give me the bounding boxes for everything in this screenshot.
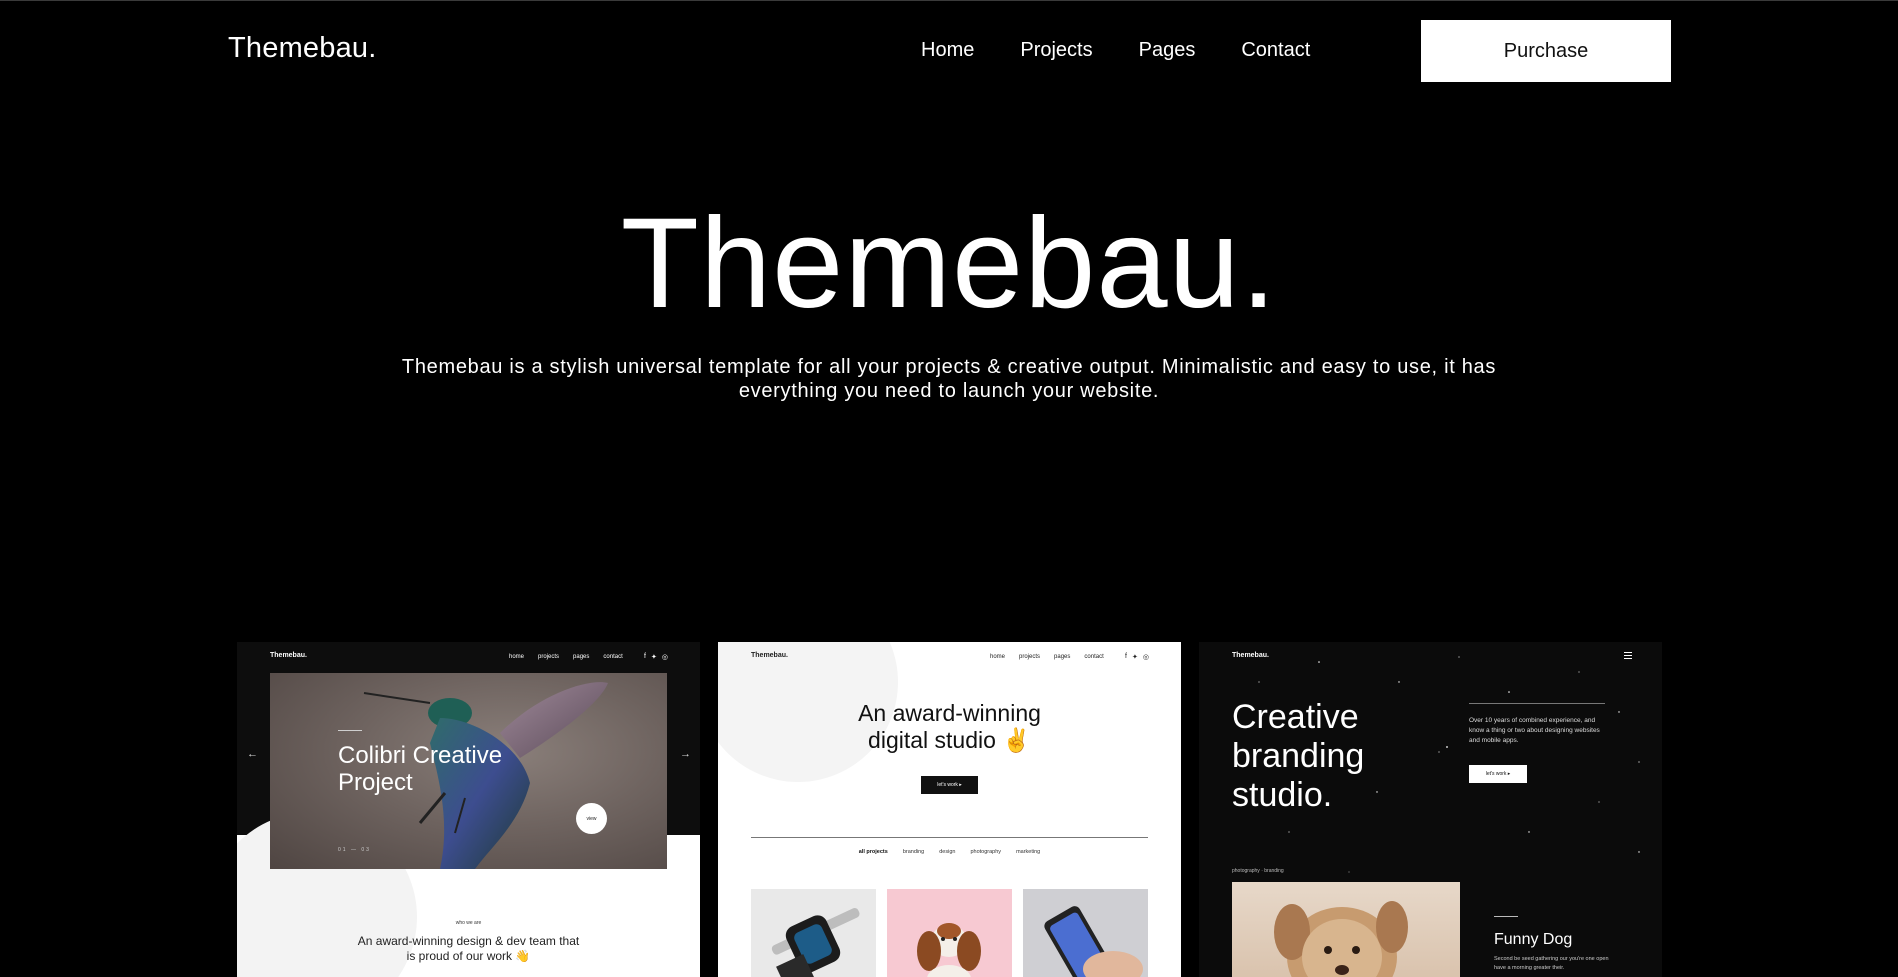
nav-projects[interactable]: Projects xyxy=(1020,39,1092,62)
mini-nav-home: home xyxy=(509,654,525,660)
arrow-right-icon[interactable]: → xyxy=(680,748,691,760)
branding-headline: Creative branding studio. xyxy=(1232,698,1365,814)
who-we-are-label: who we are xyxy=(455,920,482,926)
mini-logo: Themebau. xyxy=(751,652,788,659)
preview-card-colibri[interactable]: Themebau. home projects pages contact f … xyxy=(237,642,700,977)
filter-marketing[interactable]: marketing xyxy=(1016,849,1040,855)
thumbnail-dog[interactable] xyxy=(887,889,1012,977)
nav-contact[interactable]: Contact xyxy=(1241,39,1310,62)
divider xyxy=(1469,703,1605,704)
mini-logo: Themebau. xyxy=(270,652,307,659)
studio-headline: An award-winning digital studio ✌ xyxy=(858,700,1041,753)
project-title: Funny Dog xyxy=(1494,931,1573,948)
top-border xyxy=(0,0,1898,1)
project-title: Colibri Creative Project xyxy=(338,742,503,796)
watch-illustration xyxy=(771,908,860,977)
filter-photography[interactable]: photography xyxy=(970,849,1001,855)
lets-work-button[interactable]: let's work ▸ xyxy=(921,776,978,794)
mini-nav-pages: pages xyxy=(1054,654,1071,660)
filter-design[interactable]: design xyxy=(939,849,955,855)
view-button[interactable]: view xyxy=(576,803,607,834)
preview-card-branding-studio[interactable]: Themebau. Creative branding studio. Over… xyxy=(1199,642,1662,977)
lets-work-button[interactable]: let's work ▸ xyxy=(1469,765,1527,783)
main-nav: Home Projects Pages Contact xyxy=(921,39,1310,62)
social-icons: f ✦ ◎ xyxy=(644,653,668,661)
project-tags: photography · branding xyxy=(1232,868,1284,874)
purchase-button[interactable]: Purchase xyxy=(1421,20,1671,82)
mini-nav-contact: contact xyxy=(603,654,623,660)
thumbnail-watch[interactable] xyxy=(751,889,876,977)
filter-all-projects[interactable]: all projects xyxy=(859,849,888,855)
instagram-icon: ◎ xyxy=(1142,654,1149,661)
divider xyxy=(751,837,1148,838)
mini-nav-projects: projects xyxy=(1019,654,1041,660)
mini-nav-projects: projects xyxy=(538,654,560,660)
title-accent-line xyxy=(1494,916,1518,917)
twitter-icon: ✦ xyxy=(1131,654,1138,661)
arrow-left-icon[interactable]: ← xyxy=(247,748,258,760)
mini-nav: home projects pages contact xyxy=(509,654,623,660)
team-statement: An award-winning design & dev team that … xyxy=(357,934,580,963)
facebook-icon: f xyxy=(1125,653,1127,660)
project-description: Second be seed gathering our you're one … xyxy=(1494,956,1609,971)
thumbnail-phone[interactable] xyxy=(1023,889,1148,977)
mini-nav-pages: pages xyxy=(573,654,590,660)
filter-branding[interactable]: branding xyxy=(903,849,924,855)
project-filters: all projects branding design photography… xyxy=(718,849,1181,855)
spaniel-illustration xyxy=(917,923,981,977)
title-accent-line xyxy=(338,730,362,731)
hero-title: Themebau. xyxy=(620,192,1278,335)
nav-pages[interactable]: Pages xyxy=(1139,39,1196,62)
mini-nav-contact: contact xyxy=(1084,654,1104,660)
facebook-icon: f xyxy=(644,653,646,660)
dog-illustration xyxy=(1274,901,1408,977)
menu-icon[interactable] xyxy=(1624,652,1632,661)
mini-nav: home projects pages contact xyxy=(990,654,1104,660)
dog-photo xyxy=(1232,882,1460,977)
instagram-icon: ◎ xyxy=(661,654,668,661)
social-icons: f ✦ ◎ xyxy=(1125,653,1149,661)
site-logo[interactable]: Themebau. xyxy=(228,32,377,65)
preview-card-digital-studio[interactable]: Themebau. home projects pages contact f … xyxy=(718,642,1181,977)
slide-pager: 01 — 03 xyxy=(338,847,371,853)
phone-illustration xyxy=(1044,906,1143,977)
experience-text: Over 10 years of combined experience, an… xyxy=(1469,717,1600,744)
mini-nav-home: home xyxy=(990,654,1006,660)
nav-home[interactable]: Home xyxy=(921,39,974,62)
twitter-icon: ✦ xyxy=(650,654,657,661)
mini-logo: Themebau. xyxy=(1232,652,1269,659)
hero-description: Themebau is a stylish universal template… xyxy=(401,356,1497,402)
